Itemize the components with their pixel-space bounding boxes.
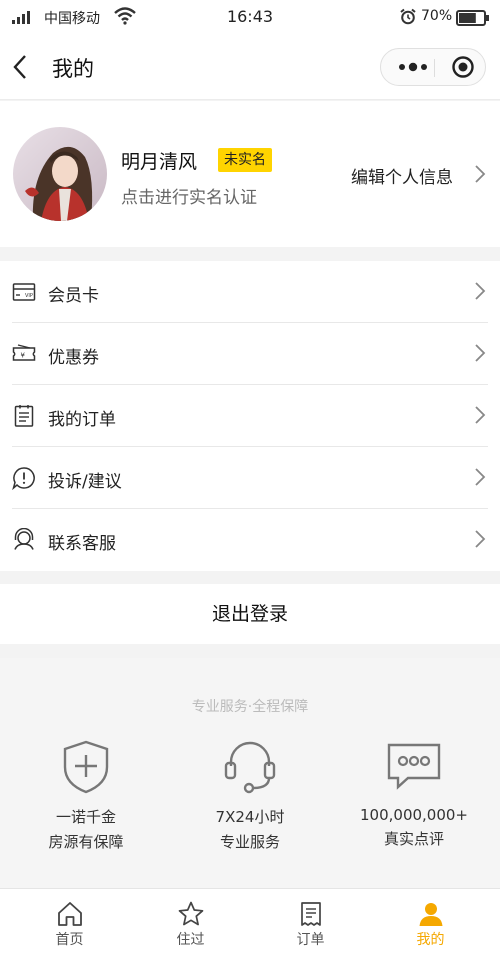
chat-bubble-icon — [387, 743, 441, 790]
avatar[interactable] — [13, 127, 107, 221]
menu-item-label: 联系客服 — [48, 534, 116, 554]
menu-item-customer-service[interactable]: 联系客服 — [0, 509, 500, 571]
profile-card[interactable]: 明月清风 未实名 点击进行实名认证 编辑个人信息 — [0, 101, 500, 247]
miniprogram-capsule — [380, 48, 486, 86]
coupon-icon: ¥ — [12, 344, 36, 361]
chevron-right-icon — [475, 530, 486, 548]
tab-bar: 首页 住过 订单 我的 — [0, 888, 500, 956]
back-icon[interactable] — [12, 54, 28, 80]
menu-item-vip-card[interactable]: VIP 会员卡 — [0, 261, 500, 323]
svg-text:¥: ¥ — [21, 352, 26, 360]
order-list-icon — [14, 405, 34, 427]
tab-label: 首页 — [55, 932, 84, 948]
feature-title: 一诺千金 — [55, 808, 116, 826]
menu-list: VIP 会员卡 ¥ 优惠券 我的订单 投诉/建议 联系客服 — [0, 261, 500, 571]
chevron-right-icon — [475, 282, 486, 300]
feature-service: 7X24小时 专业服务 — [170, 740, 330, 852]
close-miniprogram-icon[interactable] — [443, 49, 483, 85]
tab-stayed[interactable]: 住过 — [128, 889, 253, 956]
more-icon[interactable] — [389, 49, 437, 85]
logout-button[interactable]: 退出登录 — [0, 584, 500, 644]
nickname: 明月清风 — [121, 151, 198, 173]
headset-icon — [224, 741, 276, 794]
feature-subtitle: 房源有保障 — [48, 833, 124, 851]
tab-label: 住过 — [176, 932, 205, 948]
menu-item-label: 投诉/建议 — [48, 472, 122, 492]
feature-reviews: 100,000,000+ 真实点评 — [334, 740, 494, 849]
battery-icon — [456, 10, 489, 26]
tab-label: 我的 — [416, 932, 445, 948]
home-icon — [57, 902, 82, 926]
profile-icon — [419, 903, 442, 926]
status-bar: 中国移动 16:43 70% — [0, 0, 500, 34]
promo-title: 专业服务·全程保障 — [191, 699, 309, 715]
chevron-right-icon — [475, 165, 486, 183]
alarm-icon — [400, 8, 416, 25]
order-icon — [300, 902, 321, 926]
menu-item-label: 会员卡 — [48, 286, 99, 306]
svg-text:VIP: VIP — [25, 293, 33, 299]
menu-item-coupon[interactable]: ¥ 优惠券 — [0, 323, 500, 385]
feature-title: 7X24小时 — [215, 808, 285, 826]
verify-hint[interactable]: 点击进行实名认证 — [121, 183, 257, 208]
complaint-icon — [12, 467, 35, 490]
chevron-right-icon — [475, 406, 486, 424]
verification-badge: 未实名 — [218, 148, 272, 172]
menu-item-label: 我的订单 — [48, 410, 116, 430]
feature-guarantee: 一诺千金 房源有保障 — [6, 740, 166, 852]
feature-title: 100,000,000+ — [360, 806, 468, 824]
menu-item-my-orders[interactable]: 我的订单 — [0, 385, 500, 447]
tab-home[interactable]: 首页 — [7, 889, 132, 956]
menu-item-label: 优惠券 — [48, 348, 99, 368]
tab-label: 订单 — [296, 932, 325, 948]
service-promo: 专业服务·全程保障 一诺千金 房源有保障 7X24小时 专业服务 100,000… — [0, 658, 500, 888]
chevron-right-icon — [475, 344, 486, 362]
edit-profile-link[interactable]: 编辑个人信息 — [351, 163, 453, 188]
chevron-right-icon — [475, 468, 486, 486]
nav-bar: 我的 — [0, 34, 500, 100]
capsule-divider — [434, 59, 435, 77]
battery-percent: 70% — [421, 8, 453, 24]
page-title: 我的 — [52, 57, 94, 81]
feature-subtitle: 专业服务 — [219, 833, 280, 851]
star-icon — [178, 901, 203, 926]
tab-orders[interactable]: 订单 — [248, 889, 373, 956]
menu-item-complaint[interactable]: 投诉/建议 — [0, 447, 500, 509]
feature-subtitle: 真实点评 — [383, 830, 444, 848]
customer-service-icon — [14, 528, 34, 550]
vip-card-icon: VIP — [12, 283, 36, 301]
shield-plus-icon — [63, 740, 109, 794]
tab-mine[interactable]: 我的 — [368, 889, 493, 956]
